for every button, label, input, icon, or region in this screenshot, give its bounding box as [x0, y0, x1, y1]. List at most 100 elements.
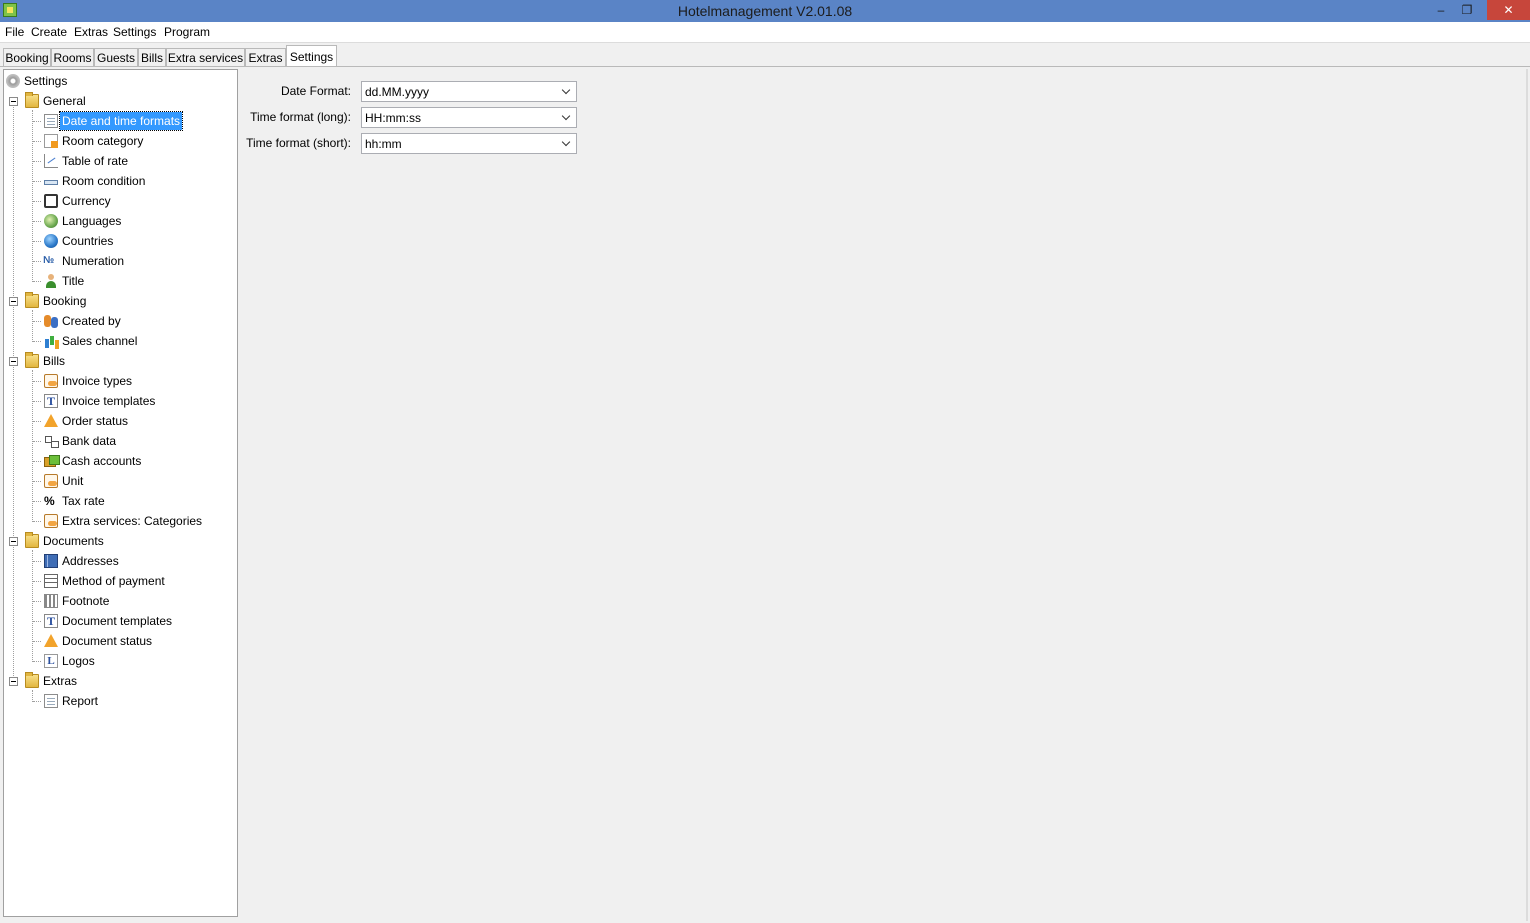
time-format-short-label: Time format (short):	[246, 136, 351, 150]
unit-icon	[44, 474, 58, 488]
tree-item-room-condition[interactable]: Room condition	[4, 172, 234, 190]
tree-item-invoice-types[interactable]: Invoice types	[4, 372, 234, 390]
tree-group-extras[interactable]: Extras	[4, 672, 234, 690]
tree-item-footnote[interactable]: Footnote	[4, 592, 234, 610]
warning-icon	[44, 634, 58, 647]
tree-item-unit[interactable]: Unit	[4, 472, 234, 490]
tree-item-document-status[interactable]: Document status	[4, 632, 234, 650]
tree-item-method-of-payment[interactable]: Method of payment	[4, 572, 234, 590]
people-icon	[44, 314, 58, 328]
close-button[interactable]: ✕	[1487, 0, 1530, 20]
template-icon: T	[44, 614, 58, 628]
tree-item-cash-accounts[interactable]: Cash accounts	[4, 452, 234, 470]
bank-tree-icon	[44, 434, 59, 448]
footnote-icon	[44, 594, 58, 608]
folder-icon	[25, 672, 39, 688]
tree-item-countries[interactable]: Countries	[4, 232, 234, 250]
collapse-icon[interactable]	[9, 297, 18, 306]
folder-icon	[25, 352, 39, 368]
window-title: Hotelmanagement V2.01.08	[677, 3, 853, 19]
tree-item-logos[interactable]: L Logos	[4, 652, 234, 670]
menu-program[interactable]: Program	[164, 25, 210, 39]
tree-item-currency[interactable]: Currency	[4, 192, 234, 210]
tree-group-bills[interactable]: Bills	[4, 352, 234, 370]
invoice-icon	[44, 374, 58, 388]
bed-icon	[44, 174, 58, 188]
extra-services-icon	[44, 514, 58, 528]
address-book-icon	[44, 554, 58, 568]
menu-file[interactable]: File	[5, 25, 24, 39]
panel-edge	[1526, 69, 1528, 921]
chevron-down-icon[interactable]	[559, 108, 576, 127]
tree-item-languages[interactable]: Languages	[4, 212, 234, 230]
currency-icon	[44, 194, 58, 208]
folder-icon	[25, 532, 39, 548]
tree-item-bank-data[interactable]: Bank data	[4, 432, 234, 450]
folder-icon	[25, 92, 39, 108]
tree-item-tax-rate[interactable]: % Tax rate	[4, 492, 234, 510]
date-format-select[interactable]: dd.MM.yyyy	[361, 81, 577, 102]
tree-item-extra-services-categories[interactable]: Extra services: Categories	[4, 512, 234, 530]
menu-bar: File Create Extras Settings Program	[0, 22, 1530, 43]
tree-group-documents[interactable]: Documents	[4, 532, 234, 550]
tree-group-booking[interactable]: Booking	[4, 292, 234, 310]
tab-guests[interactable]: Guests	[94, 48, 138, 66]
chevron-down-icon[interactable]	[559, 82, 576, 101]
settings-tree[interactable]: Settings General Date and time formats R…	[3, 69, 238, 917]
payment-grid-icon	[44, 574, 58, 588]
tab-extra-services[interactable]: Extra services	[166, 48, 245, 66]
tree-item-report[interactable]: Report	[4, 692, 234, 710]
cash-icon	[44, 454, 60, 468]
collapse-icon[interactable]	[9, 677, 18, 686]
folder-icon	[25, 292, 39, 308]
chevron-down-icon[interactable]	[559, 134, 576, 153]
tree-item-created-by[interactable]: Created by	[4, 312, 234, 330]
minimize-button[interactable]: –	[1430, 0, 1452, 20]
globe-icon	[44, 234, 58, 248]
template-icon: T	[44, 394, 58, 408]
collapse-icon[interactable]	[9, 97, 18, 106]
chart-icon	[44, 154, 58, 168]
document-icon	[44, 114, 58, 128]
date-format-label: Date Format:	[280, 84, 351, 98]
time-format-long-label: Time format (long):	[250, 110, 351, 124]
time-format-short-select[interactable]: hh:mm	[361, 133, 577, 154]
tab-divider	[0, 66, 1530, 67]
settings-content-panel	[240, 69, 1528, 921]
time-format-long-select[interactable]: HH:mm:ss	[361, 107, 577, 128]
percent-icon: %	[44, 494, 55, 508]
languages-icon	[44, 214, 58, 228]
numero-icon: №	[43, 255, 55, 266]
menu-settings[interactable]: Settings	[113, 25, 156, 39]
tree-item-numeration[interactable]: № Numeration	[4, 252, 234, 270]
tree-item-sales-channel[interactable]: Sales channel	[4, 332, 234, 350]
report-icon	[44, 694, 58, 708]
warning-icon	[44, 414, 58, 427]
time-format-short-value: hh:mm	[365, 137, 402, 151]
gear-icon	[6, 74, 20, 88]
tab-bills[interactable]: Bills	[138, 48, 166, 66]
title-bar: Hotelmanagement V2.01.08 – ❐ ✕	[0, 0, 1530, 22]
menu-create[interactable]: Create	[31, 25, 67, 39]
menu-extras[interactable]: Extras	[74, 25, 108, 39]
room-category-icon	[44, 134, 58, 148]
tree-item-table-of-rate[interactable]: Table of rate	[4, 152, 234, 170]
tree-item-title[interactable]: Title	[4, 272, 234, 290]
tab-booking[interactable]: Booking	[3, 48, 51, 66]
collapse-icon[interactable]	[9, 537, 18, 546]
person-icon	[44, 274, 58, 288]
tree-item-order-status[interactable]: Order status	[4, 412, 234, 430]
time-format-long-value: HH:mm:ss	[365, 111, 421, 125]
tab-settings[interactable]: Settings	[286, 45, 337, 67]
tab-extras[interactable]: Extras	[245, 48, 286, 66]
collapse-icon[interactable]	[9, 357, 18, 366]
date-format-value: dd.MM.yyyy	[365, 85, 430, 99]
tree-item-document-templates[interactable]: T Document templates	[4, 612, 234, 630]
logo-icon: L	[44, 654, 58, 668]
tree-item-addresses[interactable]: Addresses	[4, 552, 234, 570]
tab-strip: Booking Rooms Guests Bills Extra service…	[0, 45, 1530, 67]
maximize-button[interactable]: ❐	[1456, 0, 1478, 20]
tree-item-invoice-templates[interactable]: T Invoice templates	[4, 392, 234, 410]
bar-chart-icon	[44, 334, 58, 348]
tab-rooms[interactable]: Rooms	[51, 48, 94, 66]
